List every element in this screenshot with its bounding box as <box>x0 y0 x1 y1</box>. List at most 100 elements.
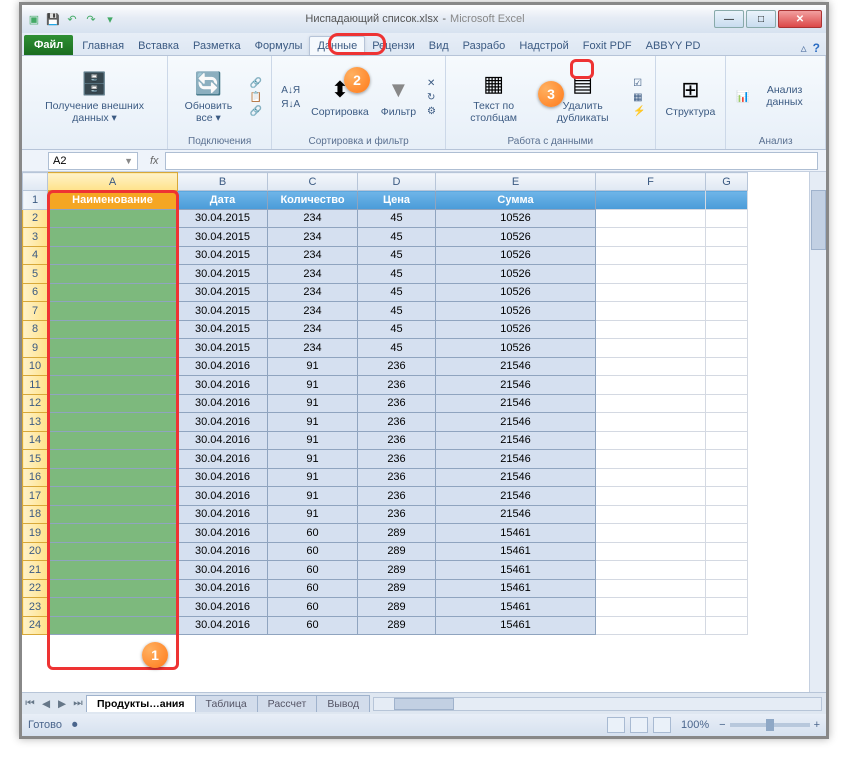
row-header-19[interactable]: 19 <box>23 524 48 543</box>
cell-A23[interactable] <box>48 598 178 617</box>
cell-G1[interactable] <box>706 191 748 210</box>
cell-G18[interactable] <box>706 505 748 524</box>
cell-E9[interactable]: 10526 <box>436 339 596 358</box>
sheet-tab-3[interactable]: Рассчет <box>257 695 318 712</box>
row-header-15[interactable]: 15 <box>23 450 48 469</box>
cell-A1[interactable]: Наименование <box>48 191 178 210</box>
text-to-columns-button[interactable]: ▦ Текст по столбцам <box>452 67 535 126</box>
undo-icon[interactable]: ↶ <box>64 11 80 27</box>
cell-F8[interactable] <box>596 320 706 339</box>
cell-F4[interactable] <box>596 246 706 265</box>
cell-D6[interactable]: 45 <box>358 283 436 302</box>
cell-D7[interactable]: 45 <box>358 302 436 321</box>
cell-C4[interactable]: 234 <box>268 246 358 265</box>
cell-B9[interactable]: 30.04.2015 <box>178 339 268 358</box>
cell-E16[interactable]: 21546 <box>436 468 596 487</box>
cell-E15[interactable]: 21546 <box>436 450 596 469</box>
tab-foxit[interactable]: Foxit PDF <box>576 37 639 55</box>
cell-D17[interactable]: 236 <box>358 487 436 506</box>
cell-A17[interactable] <box>48 487 178 506</box>
sheet-nav-first[interactable]: ⏮ <box>22 697 38 710</box>
cell-A8[interactable] <box>48 320 178 339</box>
col-header-B[interactable]: B <box>178 173 268 191</box>
filter-button[interactable]: ▼ Фильтр <box>377 73 420 121</box>
cell-C19[interactable]: 60 <box>268 524 358 543</box>
cell-C5[interactable]: 234 <box>268 265 358 284</box>
cell-E17[interactable]: 21546 <box>436 487 596 506</box>
cell-A22[interactable] <box>48 579 178 598</box>
sheet-nav-next[interactable]: ▶ <box>54 698 70 710</box>
cell-B23[interactable]: 30.04.2016 <box>178 598 268 617</box>
cell-A7[interactable] <box>48 302 178 321</box>
cell-B24[interactable]: 30.04.2016 <box>178 616 268 635</box>
cell-G20[interactable] <box>706 542 748 561</box>
cell-C15[interactable]: 91 <box>268 450 358 469</box>
tab-file[interactable]: Файл <box>24 35 73 55</box>
cell-C7[interactable]: 234 <box>268 302 358 321</box>
formula-bar[interactable] <box>165 152 818 170</box>
cell-C9[interactable]: 234 <box>268 339 358 358</box>
cell-C1[interactable]: Количество <box>268 191 358 210</box>
cell-B22[interactable]: 30.04.2016 <box>178 579 268 598</box>
col-header-A[interactable]: A <box>48 173 178 191</box>
cell-C11[interactable]: 91 <box>268 376 358 395</box>
cell-D4[interactable]: 45 <box>358 246 436 265</box>
row-header-18[interactable]: 18 <box>23 505 48 524</box>
cell-F20[interactable] <box>596 542 706 561</box>
row-header-22[interactable]: 22 <box>23 579 48 598</box>
cell-F16[interactable] <box>596 468 706 487</box>
edit-links-button[interactable]: 🔗 <box>247 105 265 118</box>
cell-C23[interactable]: 60 <box>268 598 358 617</box>
cell-F10[interactable] <box>596 357 706 376</box>
cell-B3[interactable]: 30.04.2015 <box>178 228 268 247</box>
view-layout-button[interactable] <box>630 717 648 733</box>
cell-D15[interactable]: 236 <box>358 450 436 469</box>
cell-B10[interactable]: 30.04.2016 <box>178 357 268 376</box>
cell-D2[interactable]: 45 <box>358 209 436 228</box>
cell-A9[interactable] <box>48 339 178 358</box>
cell-E14[interactable]: 21546 <box>436 431 596 450</box>
cell-E3[interactable]: 10526 <box>436 228 596 247</box>
col-header-F[interactable]: F <box>596 173 706 191</box>
cell-E13[interactable]: 21546 <box>436 413 596 432</box>
view-pagebreak-button[interactable] <box>653 717 671 733</box>
minimize-button[interactable]: — <box>714 10 744 28</box>
data-analysis-button[interactable]: 📊 Анализ данных <box>732 83 819 110</box>
cell-C13[interactable]: 91 <box>268 413 358 432</box>
row-header-9[interactable]: 9 <box>23 339 48 358</box>
cell-G5[interactable] <box>706 265 748 284</box>
cell-G15[interactable] <box>706 450 748 469</box>
cell-E5[interactable]: 10526 <box>436 265 596 284</box>
tab-addins[interactable]: Надстрой <box>512 37 575 55</box>
cell-B13[interactable]: 30.04.2016 <box>178 413 268 432</box>
col-header-E[interactable]: E <box>436 173 596 191</box>
connections-button[interactable]: 🔗 <box>247 77 265 90</box>
zoom-slider[interactable] <box>730 723 810 727</box>
cell-F14[interactable] <box>596 431 706 450</box>
cell-C10[interactable]: 91 <box>268 357 358 376</box>
cell-E18[interactable]: 21546 <box>436 505 596 524</box>
cell-D23[interactable]: 289 <box>358 598 436 617</box>
cell-D14[interactable]: 236 <box>358 431 436 450</box>
cell-B5[interactable]: 30.04.2015 <box>178 265 268 284</box>
cell-E2[interactable]: 10526 <box>436 209 596 228</box>
cell-F2[interactable] <box>596 209 706 228</box>
row-header-20[interactable]: 20 <box>23 542 48 561</box>
cell-A13[interactable] <box>48 413 178 432</box>
cell-F22[interactable] <box>596 579 706 598</box>
name-box[interactable]: A2 ▼ <box>48 152 138 170</box>
tab-layout[interactable]: Разметка <box>186 37 248 55</box>
row-header-6[interactable]: 6 <box>23 283 48 302</box>
maximize-button[interactable]: □ <box>746 10 776 28</box>
row-header-8[interactable]: 8 <box>23 320 48 339</box>
cell-D21[interactable]: 289 <box>358 561 436 580</box>
cell-A12[interactable] <box>48 394 178 413</box>
cell-G19[interactable] <box>706 524 748 543</box>
cell-F9[interactable] <box>596 339 706 358</box>
cell-A19[interactable] <box>48 524 178 543</box>
cell-E22[interactable]: 15461 <box>436 579 596 598</box>
row-header-17[interactable]: 17 <box>23 487 48 506</box>
cell-A15[interactable] <box>48 450 178 469</box>
cell-F18[interactable] <box>596 505 706 524</box>
cell-D11[interactable]: 236 <box>358 376 436 395</box>
